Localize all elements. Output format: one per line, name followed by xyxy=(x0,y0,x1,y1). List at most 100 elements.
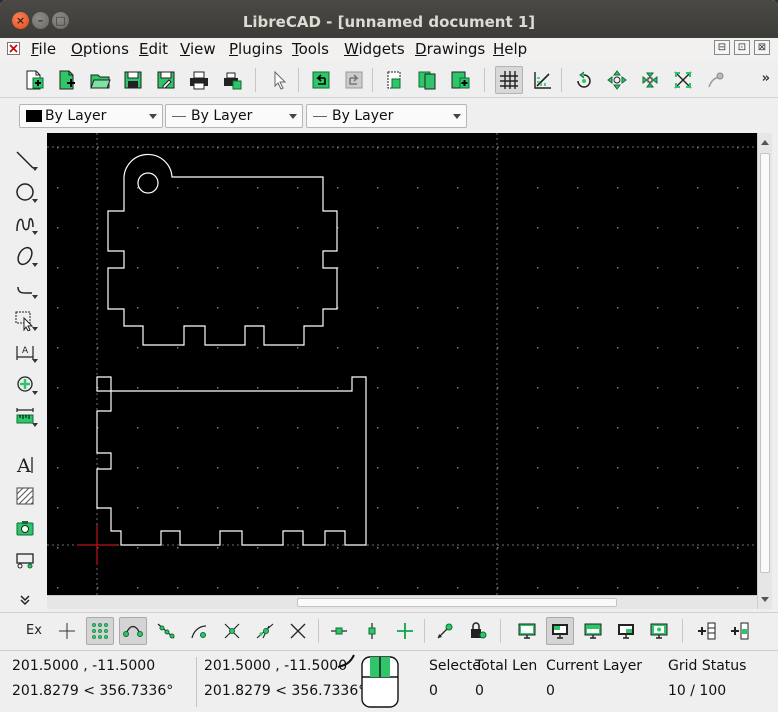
new-from-template-icon[interactable] xyxy=(53,66,81,94)
grid-dot xyxy=(537,267,539,269)
grid-dot xyxy=(577,507,579,509)
text-tool-icon[interactable]: A xyxy=(11,450,39,478)
snap-distance-icon[interactable] xyxy=(251,617,279,645)
grid-dot xyxy=(737,547,739,549)
svg-text:A: A xyxy=(22,346,29,356)
drawing-entities[interactable] xyxy=(96,153,367,546)
grid-dot xyxy=(177,347,179,349)
line-type-preview xyxy=(313,116,327,117)
cut-icon[interactable] xyxy=(380,66,408,94)
grid-dot xyxy=(257,587,259,589)
line-width-preview xyxy=(172,116,186,117)
undo-icon[interactable] xyxy=(307,66,335,94)
menu-view[interactable]: View xyxy=(180,40,216,58)
grid-dot xyxy=(257,547,259,549)
pen-linetype-select[interactable]: By Layer xyxy=(306,104,467,128)
title-bar[interactable]: × – □ LibreCAD - [unnamed document 1] xyxy=(0,0,778,40)
view-monitor-1-icon[interactable] xyxy=(513,617,541,645)
grid-dot xyxy=(297,227,299,229)
menu-edit[interactable]: Edit xyxy=(139,40,168,58)
exclusive-snap-toggle[interactable]: Ex xyxy=(26,623,42,638)
zoom-auto-icon[interactable] xyxy=(669,66,697,94)
snap-grid-icon[interactable] xyxy=(86,617,114,645)
horizontal-scrollbar-thumb[interactable] xyxy=(297,598,617,607)
save-as-icon[interactable] xyxy=(152,66,180,94)
palette-expand-icon[interactable] xyxy=(11,586,39,614)
snap-center-icon[interactable] xyxy=(185,617,213,645)
measure-tool-icon[interactable] xyxy=(11,402,39,430)
zoom-in-icon[interactable] xyxy=(603,66,631,94)
dimension-tool-icon[interactable]: A xyxy=(11,338,39,366)
snap-on-entity-icon[interactable] xyxy=(152,617,180,645)
menu-tools[interactable]: Tools xyxy=(292,40,329,58)
view-monitor-3-icon[interactable] xyxy=(579,617,607,645)
draft-mode-icon[interactable] xyxy=(528,66,556,94)
polyline-tool-icon[interactable] xyxy=(11,274,39,302)
copy-icon[interactable] xyxy=(413,66,441,94)
pen-color-select[interactable]: By Layer xyxy=(19,104,163,128)
add-block-icon[interactable] xyxy=(693,617,721,645)
document-menu-icon[interactable] xyxy=(7,42,20,55)
grid-dot xyxy=(217,547,219,549)
new-icon[interactable] xyxy=(20,66,48,94)
open-icon[interactable] xyxy=(86,66,114,94)
mdi-restore-button[interactable]: ⊡ xyxy=(734,40,750,55)
grid-dot xyxy=(177,187,179,189)
restrict-vertical-icon[interactable] xyxy=(358,617,386,645)
grid-dot xyxy=(257,427,259,429)
vertical-scrollbar[interactable] xyxy=(757,133,772,609)
menu-plugins[interactable]: Plugins xyxy=(229,40,283,58)
redraw-icon[interactable] xyxy=(570,66,598,94)
print-preview-icon[interactable] xyxy=(218,66,246,94)
grid-dot xyxy=(417,347,419,349)
pen-width-select[interactable]: By Layer xyxy=(165,104,303,128)
menu-options[interactable]: Options xyxy=(71,40,129,58)
chevron-down-icon xyxy=(453,114,461,119)
grid-dot xyxy=(457,547,459,549)
view-monitor-5-icon[interactable] xyxy=(645,617,673,645)
drawing-canvas[interactable] xyxy=(47,133,757,595)
snap-middle-icon[interactable] xyxy=(218,617,246,645)
select-pointer-icon[interactable] xyxy=(266,66,294,94)
hatch-tool-icon[interactable] xyxy=(11,482,39,510)
drawing-area[interactable] xyxy=(47,133,757,595)
image-tool-icon[interactable] xyxy=(11,514,39,542)
set-relative-zero-icon[interactable] xyxy=(431,617,459,645)
menu-file[interactable]: File xyxy=(31,40,56,58)
block-tool-icon[interactable] xyxy=(11,546,39,574)
snap-intersection-icon[interactable] xyxy=(284,617,312,645)
restrict-horizontal-icon[interactable] xyxy=(325,617,353,645)
save-icon[interactable] xyxy=(119,66,147,94)
paste-icon[interactable] xyxy=(446,66,474,94)
toolbar-overflow-button[interactable]: » xyxy=(762,71,770,86)
vertical-scrollbar-thumb[interactable] xyxy=(760,153,770,573)
print-icon[interactable] xyxy=(185,66,213,94)
menu-drawings[interactable]: Drawings xyxy=(415,40,485,58)
menu-help[interactable]: Help xyxy=(493,40,527,58)
grid-dot xyxy=(697,187,699,189)
mdi-close-button[interactable]: ⊠ xyxy=(754,40,770,55)
insert-block-icon[interactable] xyxy=(726,617,754,645)
view-monitor-2-icon[interactable] xyxy=(546,617,574,645)
select-tool-icon[interactable] xyxy=(11,306,39,334)
line-tool-icon[interactable] xyxy=(11,146,39,174)
menu-widgets[interactable]: Widgets xyxy=(344,40,405,58)
zoom-previous-icon[interactable] xyxy=(702,66,730,94)
grid-dot xyxy=(577,187,579,189)
snap-free-icon[interactable] xyxy=(53,617,81,645)
lock-relative-zero-icon[interactable] xyxy=(464,617,492,645)
grid-toggle-icon[interactable] xyxy=(495,66,523,94)
horizontal-scrollbar[interactable] xyxy=(47,595,757,609)
modify-tool-icon[interactable] xyxy=(11,370,39,398)
zoom-out-icon[interactable] xyxy=(636,66,664,94)
mdi-minimize-button[interactable]: ⊟ xyxy=(714,40,730,55)
snap-endpoint-icon[interactable] xyxy=(119,617,147,645)
grid-dot xyxy=(257,387,259,389)
view-monitor-4-icon[interactable] xyxy=(612,617,640,645)
redo-icon[interactable] xyxy=(340,66,368,94)
grid-status-label: Grid Status xyxy=(668,658,747,674)
restrict-orthogonal-icon[interactable] xyxy=(391,617,419,645)
spline-tool-icon[interactable] xyxy=(11,210,39,238)
ellipse-tool-icon[interactable] xyxy=(11,242,39,270)
circle-tool-icon[interactable] xyxy=(11,178,39,206)
